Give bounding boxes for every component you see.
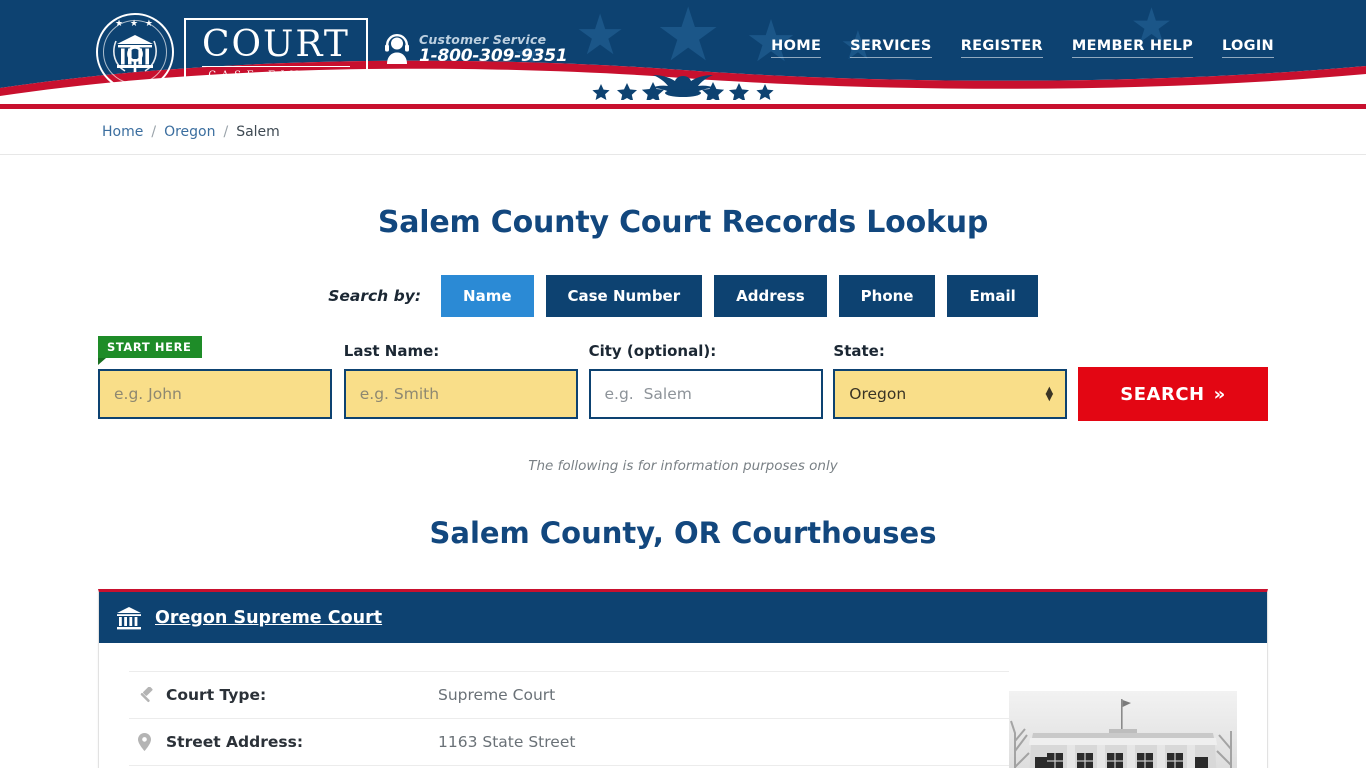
courthouse-photo-wrap [1009,661,1237,768]
detail-label: Court Type: [166,686,267,704]
logo-secondary-text: CASE FINDER [208,69,344,81]
customer-service-phone[interactable]: 1-800-309-9351 [419,47,568,66]
search-by-label: Search by: [328,287,422,305]
search-button[interactable]: SEARCH » [1078,367,1268,421]
main-navigation: HOME SERVICES REGISTER MEMBER HELP LOGIN [771,38,1274,58]
tab-phone[interactable]: Phone [838,275,936,317]
detail-label: Street Address: [166,733,304,751]
main-content: Salem County Court Records Lookup Search… [0,205,1366,768]
nav-item-login[interactable]: LOGIN [1222,38,1274,58]
detail-value: 1163 State Street [438,733,576,751]
city-input[interactable] [588,369,823,419]
breadcrumb-separator: / [223,123,229,140]
court-card-body: Court Type: Supreme Court Street Address… [99,643,1267,768]
logo-wordmark: COURT CASE FINDER [184,17,368,87]
customer-service-block: Customer Service 1-800-309-9351 [384,32,568,66]
city-label: City (optional): [588,342,717,360]
breadcrumb-separator: / [151,123,157,140]
state-select[interactable]: Oregon ▲ ▼ [833,369,1068,419]
courthouse-photo [1009,691,1237,768]
disclaimer-text: The following is for information purpose… [528,458,838,474]
detail-row-court-type: Court Type: Supreme Court [129,671,1009,718]
gavel-icon [138,686,166,704]
detail-row-street-address: Street Address: 1163 State Street [129,718,1009,765]
state-label: State: [833,342,885,360]
breadcrumb-item-home[interactable]: Home [102,124,143,140]
breadcrumb: Home / Oregon / Salem [0,109,1366,155]
court-seal-icon: ★ ★ ★ [96,13,174,91]
tab-address[interactable]: Address [714,275,827,317]
search-by-tabs: Search by: Name Case Number Address Phon… [0,275,1366,317]
courthouses-section-title: Salem County, OR Courthouses [429,516,937,550]
chevron-updown-icon: ▲ ▼ [1045,385,1054,403]
logo-primary-text: COURT [202,23,350,67]
start-here-badge: START HERE [98,336,202,365]
breadcrumb-item-oregon[interactable]: Oregon [164,124,215,140]
nav-item-member-help[interactable]: MEMBER HELP [1071,38,1194,58]
tab-email[interactable]: Email [947,275,1038,317]
page-title: Salem County Court Records Lookup [377,205,989,240]
form-labels-row: First Name: Last Name: City (optional): … [98,341,1268,360]
search-button-label: SEARCH [1120,383,1205,405]
tab-name[interactable]: Name [441,275,534,317]
detail-value: Supreme Court [438,686,556,704]
courthouse-bank-icon [117,606,141,629]
search-form: START HERE First Name: Last Name: City (… [0,336,1366,421]
headset-agent-icon [385,34,409,65]
double-chevron-right-icon: » [1213,383,1226,405]
first-name-input[interactable] [98,369,332,419]
nav-item-home[interactable]: HOME [771,38,822,58]
nav-item-services[interactable]: SERVICES [850,38,932,58]
court-card-header: Oregon Supreme Court [99,592,1267,643]
court-card: Oregon Supreme Court Court Type: Supreme [98,589,1268,768]
last-name-input[interactable] [343,369,578,419]
site-logo[interactable]: ★ ★ ★ COURT CASE FINDER [96,8,368,96]
breadcrumb-item-salem: Salem [236,123,280,140]
court-name-link[interactable]: Oregon Supreme Court [155,608,382,628]
form-inputs-row: Oregon ▲▼ SEARCH » [98,367,1268,421]
map-pin-icon [138,733,166,751]
state-select-value: Oregon [849,385,907,403]
customer-service-label: Customer Service [419,32,547,47]
site-header: ★ ★ ★ ★ ★ ★ ★ ★ ★ COURT CASE FINDER Cust… [0,0,1366,104]
nav-item-register[interactable]: REGISTER [960,38,1043,58]
tab-case-number[interactable]: Case Number [545,275,703,317]
court-detail-list: Court Type: Supreme Court Street Address… [129,661,1009,768]
last-name-label: Last Name: [343,342,440,360]
seal-stars: ★ ★ ★ [115,19,155,29]
